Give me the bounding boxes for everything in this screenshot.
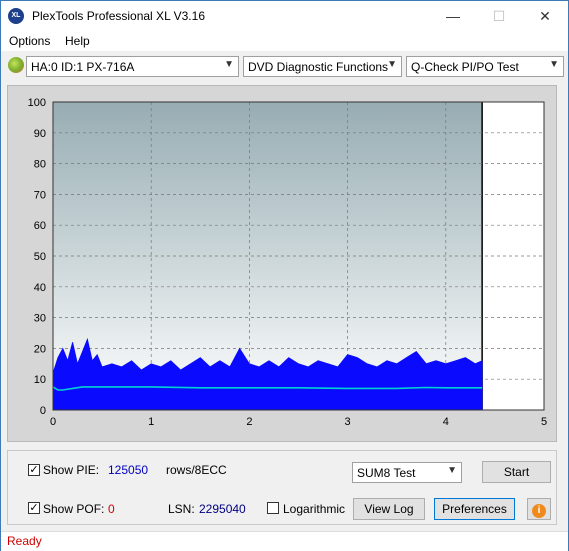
pie-value: 125050: [108, 463, 149, 477]
y-tick-label: 100: [28, 97, 46, 109]
pof-value: 0: [108, 502, 115, 516]
y-tick-label: 70: [34, 189, 46, 201]
drive-select[interactable]: HA:0 ID:1 PX-716A ▼: [26, 56, 239, 77]
menu-options[interactable]: Options: [9, 34, 50, 48]
function-select[interactable]: DVD Diagnostic Functions ▼: [243, 56, 402, 77]
menu-bar: Options Help: [1, 31, 568, 51]
x-tick-label: 0: [50, 416, 56, 428]
y-tick-label: 50: [34, 251, 46, 263]
show-pof-label: Show POF:: [43, 502, 105, 516]
app-window: XL PlexTools Professional XL V3.16 — ☐ ✕…: [0, 0, 569, 551]
x-tick-label: 2: [246, 416, 252, 428]
show-pie-label: Show PIE:: [43, 463, 100, 477]
chevron-down-icon: ▼: [447, 465, 457, 476]
y-tick-label: 60: [34, 220, 46, 232]
title-bar[interactable]: XL PlexTools Professional XL V3.16 — ☐ ✕: [1, 1, 568, 31]
pie-unit: rows/8ECC: [166, 463, 227, 477]
sum-test-select[interactable]: SUM8 Test ▼: [352, 462, 462, 483]
y-tick-label: 80: [34, 159, 46, 171]
start-button[interactable]: Start: [482, 461, 551, 483]
function-select-value: DVD Diagnostic Functions: [248, 60, 389, 74]
chevron-down-icon: ▼: [224, 59, 234, 70]
pi-po-chart: 0 10 20 30 40 50 60 70 80 90 100 0 1 2 3 4 5: [28, 97, 547, 428]
view-log-button[interactable]: View Log: [353, 498, 425, 520]
preferences-button[interactable]: Preferences: [434, 498, 515, 520]
x-tick-label: 4: [443, 416, 449, 428]
y-tick-label: 90: [34, 128, 46, 140]
show-pof-checkbox[interactable]: ✓: [28, 502, 40, 514]
test-select-value: Q-Check PI/PO Test: [411, 60, 519, 74]
x-tick-label: 1: [148, 416, 154, 428]
y-tick-label: 10: [34, 374, 46, 386]
logarithmic-label: Logarithmic: [283, 502, 346, 516]
test-select[interactable]: Q-Check PI/PO Test ▼: [406, 56, 564, 77]
close-button[interactable]: ✕: [522, 1, 568, 31]
y-tick-label: 40: [34, 282, 46, 294]
x-tick-label: 5: [541, 416, 547, 428]
y-tick-label: 20: [34, 343, 46, 355]
status-text: Ready: [7, 534, 42, 548]
window-title: PlexTools Professional XL V3.16: [32, 9, 205, 23]
lsn-value: 2295040: [199, 502, 246, 516]
menu-help[interactable]: Help: [65, 34, 90, 48]
disc-drive-icon: [8, 57, 24, 73]
logarithmic-checkbox[interactable]: [267, 502, 279, 514]
y-tick-label: 0: [40, 405, 46, 417]
lsn-label: LSN:: [168, 502, 195, 516]
chart-area: 0 10 20 30 40 50 60 70 80 90 100 0 1 2 3 4 5: [7, 85, 557, 442]
maximize-button[interactable]: ☐: [476, 1, 522, 31]
chevron-down-icon: ▼: [387, 59, 397, 70]
chevron-down-icon: ▼: [549, 59, 559, 70]
info-button[interactable]: i: [527, 498, 551, 520]
minimize-button[interactable]: —: [430, 1, 476, 31]
plextools-logo-icon: XL: [8, 8, 24, 24]
x-tick-label: 3: [345, 416, 351, 428]
status-bar: Ready: [1, 531, 568, 551]
y-tick-label: 30: [34, 313, 46, 325]
sum-test-value: SUM8 Test: [357, 466, 416, 480]
show-pie-checkbox[interactable]: ✓: [28, 464, 40, 476]
drive-select-value: HA:0 ID:1 PX-716A: [31, 60, 135, 74]
info-icon: i: [532, 504, 546, 518]
